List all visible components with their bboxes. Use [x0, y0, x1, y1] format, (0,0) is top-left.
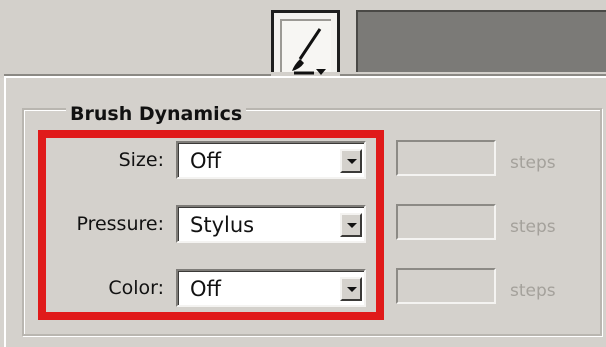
brush-icon — [292, 28, 326, 75]
highlight-box — [38, 130, 384, 320]
brush-tool-button-face — [280, 19, 331, 75]
pressure-steps-input[interactable] — [396, 204, 496, 240]
color-steps-label: steps — [510, 281, 556, 301]
size-steps-input[interactable] — [396, 140, 496, 176]
size-steps-label: steps — [510, 153, 556, 173]
pressure-steps-label: steps — [510, 217, 556, 237]
group-title: Brush Dynamics — [66, 103, 247, 125]
tool-options-bar — [356, 10, 606, 72]
color-steps-input[interactable] — [396, 268, 496, 304]
brush-tool-button[interactable] — [271, 10, 340, 75]
